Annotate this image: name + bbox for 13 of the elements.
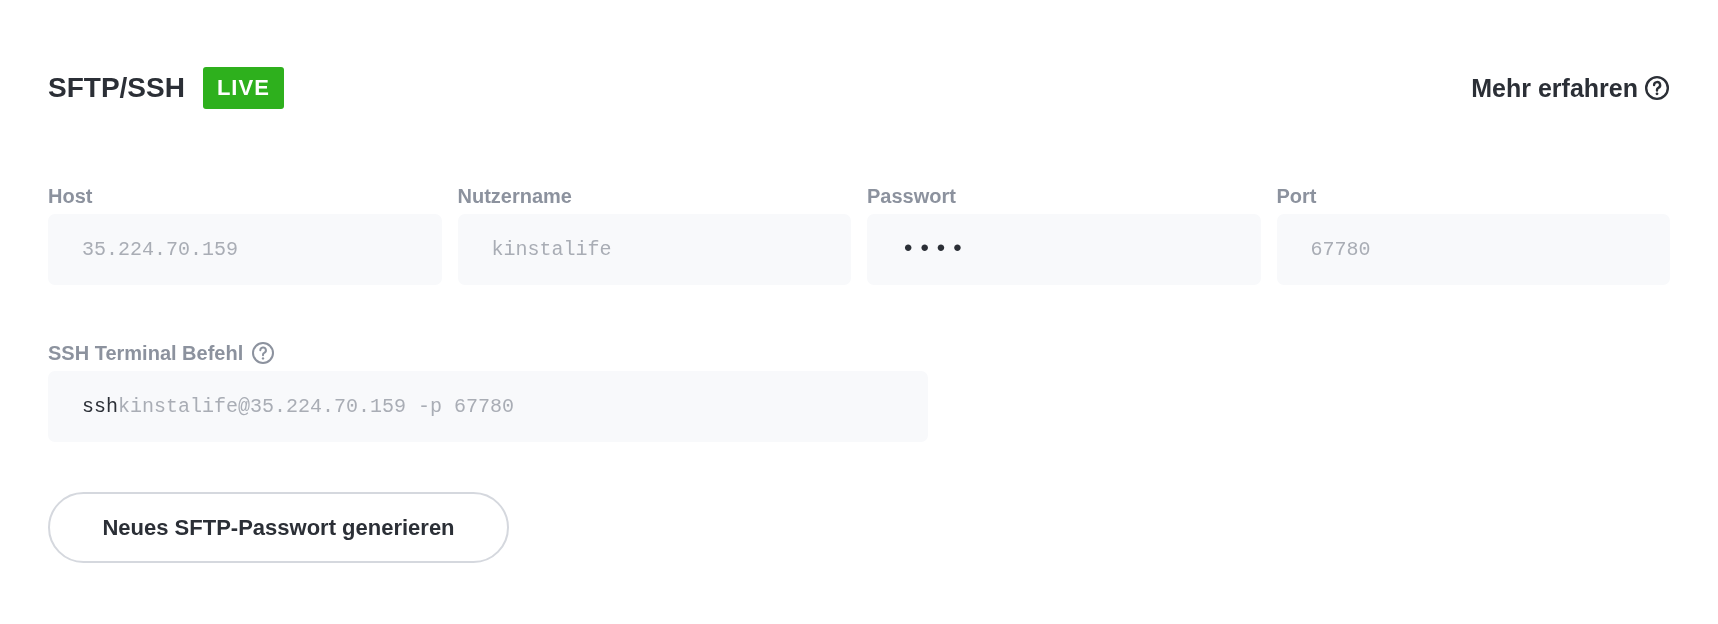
field-label: Nutzername: [457, 184, 573, 208]
field-label: SSH Terminal Befehl: [48, 341, 244, 365]
field-label: Port: [1276, 184, 1318, 208]
field-label: Host: [48, 184, 94, 208]
help-icon: [1644, 75, 1670, 101]
section-title: SFTP/SSH: [48, 72, 185, 104]
field-label: Passwort: [867, 184, 957, 208]
command-field[interactable]: sshkinstalife@35.224.70.159 -p 67780: [48, 371, 928, 442]
learn-more-link[interactable]: Mehr erfahren: [1471, 73, 1670, 103]
live-badge: LIVE: [202, 67, 284, 109]
generate-password-button[interactable]: Neues SFTP-Passwort generieren: [48, 492, 509, 563]
help-icon: [251, 341, 276, 365]
input-field[interactable]: ••••: [867, 214, 1261, 285]
